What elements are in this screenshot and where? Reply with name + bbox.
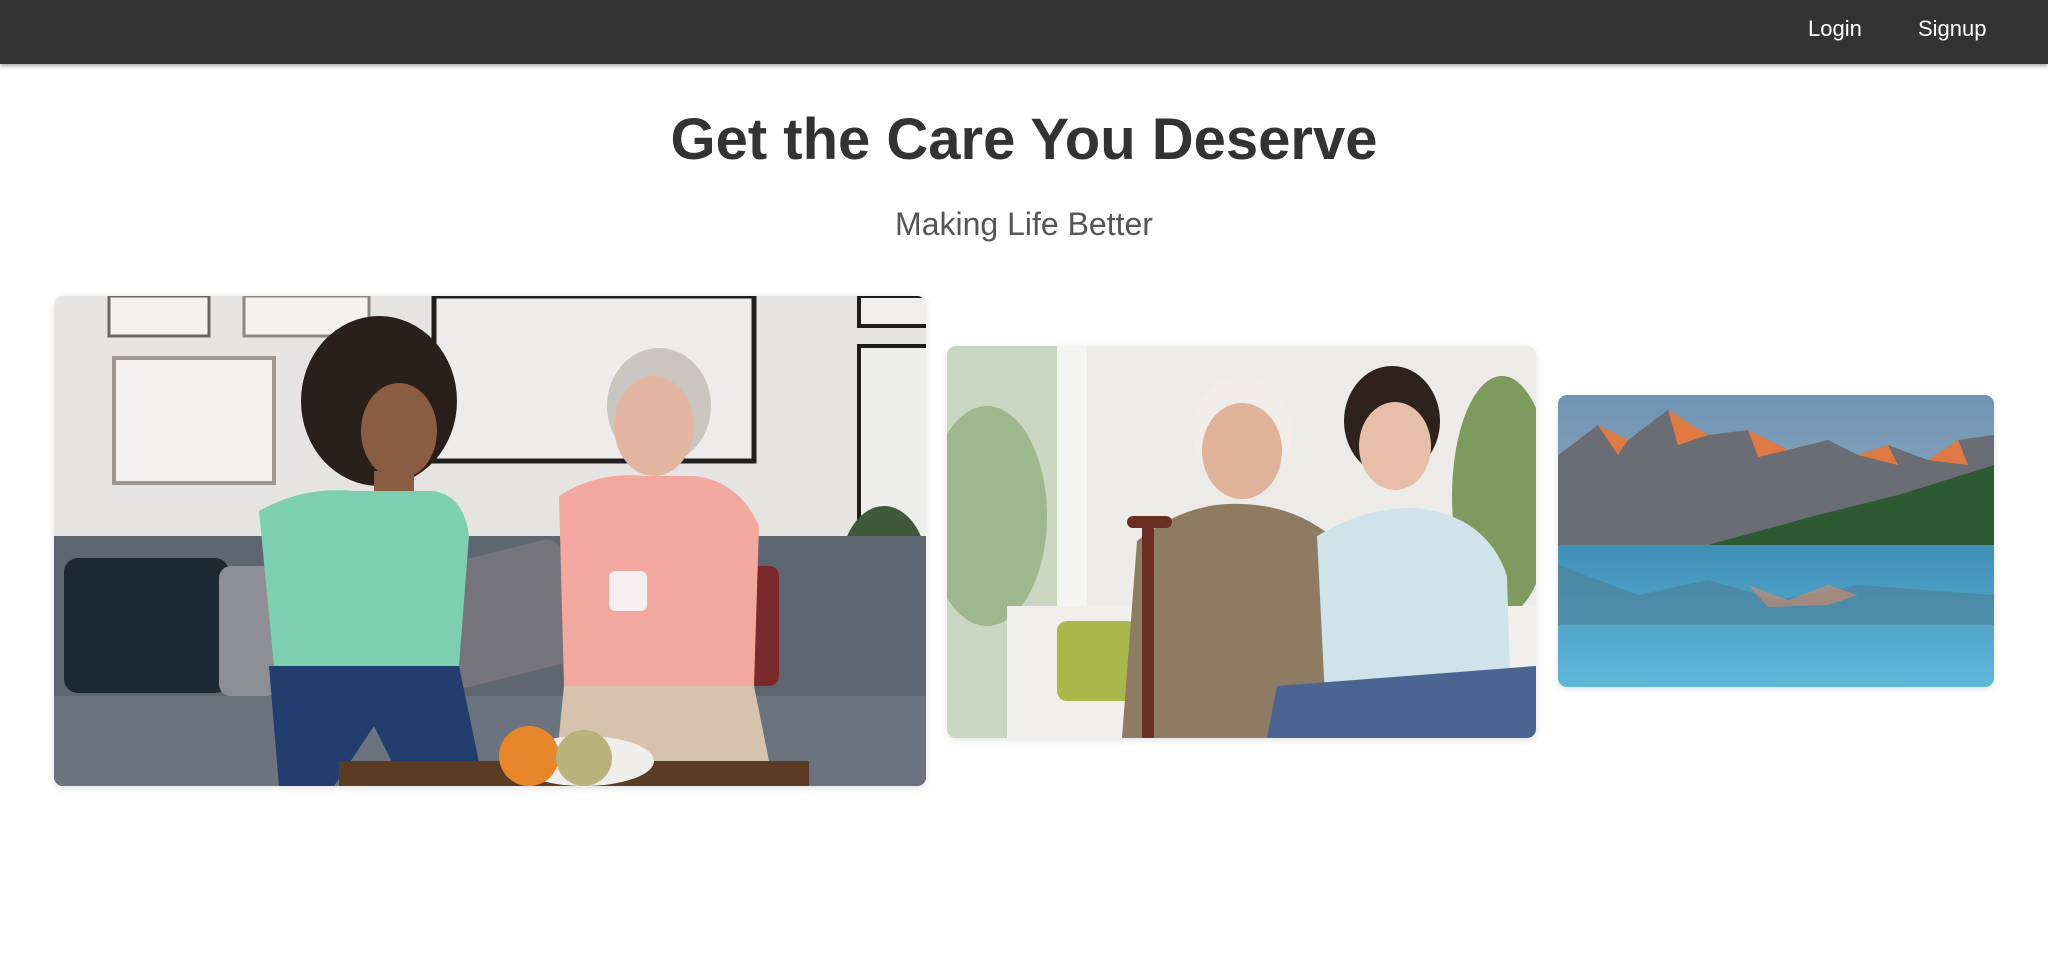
elderly-man-caregiver-illustration [947,346,1536,738]
login-link[interactable]: Login [1808,0,1862,58]
elderly-man-caregiver-photo [947,346,1536,738]
page-subtitle: Making Life Better [895,206,1153,242]
two-women-conversation-photo [54,296,926,786]
top-navbar: Login Signup [0,0,2048,64]
two-women-conversation-illustration [54,296,926,786]
signup-link[interactable]: Signup [1918,0,1987,58]
page-title: Get the Care You Deserve [670,107,1378,172]
mountain-lake-illustration [1558,395,1994,687]
mountain-lake-photo [1558,395,1994,687]
